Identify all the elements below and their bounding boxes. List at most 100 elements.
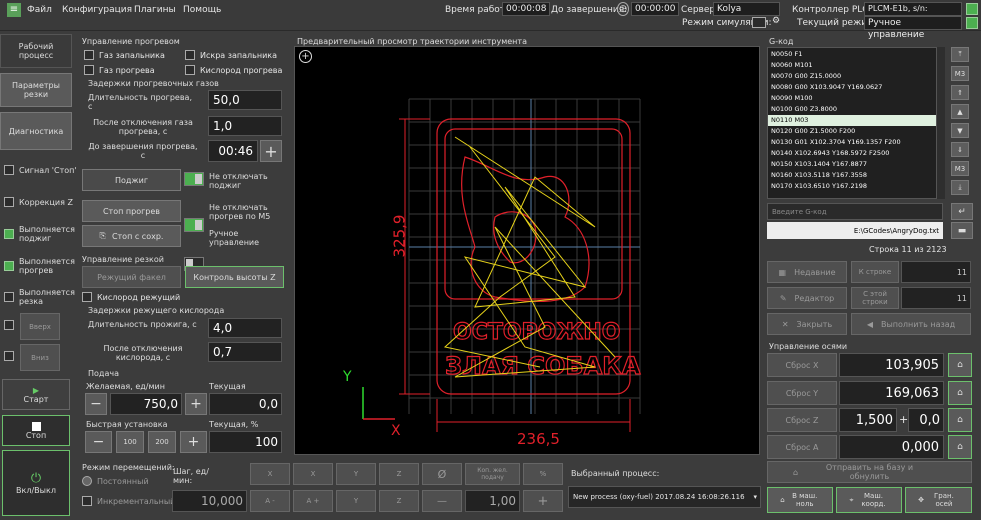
enter-icon[interactable]: ↵ [951,203,973,220]
jog-z-minus-button[interactable]: Z [379,490,419,512]
gcode-line[interactable]: N0170 X103.6510 Y167.2198 [768,181,936,192]
gear-icon[interactable]: ⚙ [772,16,780,26]
nav-up-icon[interactable]: ▲ [951,104,969,119]
nav-diagnostics[interactable]: Диагностика [0,112,72,150]
machine-coord-button[interactable]: ⌖ Маш. коорд. [836,487,902,513]
gcode-line[interactable]: N0140 X102.6943 Y168.5972 F2500 [768,148,936,159]
nav-down-icon[interactable]: ▼ [951,123,969,138]
reset-x-button[interactable]: Сброс X [767,353,837,377]
ignite-button[interactable]: Поджиг [82,169,181,191]
zero-button[interactable]: Ø [422,463,462,485]
gas-heat-checkbox[interactable]: Газ прогрева [84,65,155,75]
jog-a-minus-button[interactable]: A - [250,490,290,512]
menu-plugins[interactable]: Плагины [134,5,176,15]
down-button[interactable]: Вниз [20,344,60,371]
stop-save-button[interactable]: ⎘ Стоп с сохр. [82,225,181,247]
gcode-line[interactable]: N0060 M101 [768,60,936,71]
heat-dur-input[interactable]: 50,0 [208,90,282,110]
start-button[interactable]: ▶ Старт [2,379,70,410]
incremental-radio[interactable]: Инкрементальный [82,496,175,506]
oxy-heat-checkbox[interactable]: Кислород прогрева [185,65,282,75]
preview-canvas[interactable]: + ОСТОРОЖНО ЗЛАЯ СОБАКА 325,9 236,5 Y X [294,46,760,455]
gas-ignite-checkbox[interactable]: Газ запальника [84,50,165,60]
up-button[interactable]: Вверх [20,313,60,340]
stop-heat-button[interactable]: Стоп прогрев [82,200,181,222]
gcode-line[interactable]: N0150 X103.1404 Y167.8877 [768,159,936,170]
reset-y-button[interactable]: Сброс Y [767,381,837,405]
torch-button[interactable]: Режущий факел [82,266,181,288]
gcode-line[interactable]: N0130 G01 X102.3704 Y169.1357 F200 [768,137,936,148]
feed-plus-button[interactable]: + [185,393,207,415]
reset-a-button[interactable]: Сброс A [767,435,837,459]
gcode-input[interactable]: Введите G-код [767,203,943,220]
reset-z-button[interactable]: Сброс Z [767,408,837,432]
jog-x-plus-button[interactable]: X [293,463,333,485]
nav-cut-params[interactable]: Параметры резки [0,73,72,107]
desired-input[interactable]: 750,0 [110,393,182,415]
jog-y-plus-button[interactable]: Y [336,463,376,485]
gcode-line[interactable]: N0110 M03 [768,115,936,126]
home-z-icon[interactable]: ⌂ [948,408,972,432]
after-off-input[interactable]: 1,0 [208,116,282,136]
copy-feed-button[interactable]: Коп. жел. подачу [465,463,520,485]
nav-top-icon[interactable]: ⤒ [951,47,969,62]
editor-button[interactable]: ✎ Редактор [767,287,847,309]
nav-work-process[interactable]: Рабочий процесс [0,34,72,68]
jog-a-plus-button[interactable]: A + [293,490,333,512]
home-a-icon[interactable]: ⌂ [948,435,972,459]
height-ctrl-button[interactable]: Контроль высоты Z [185,266,284,288]
gcode-line[interactable]: N0120 G00 Z1.5000 F200 [768,126,936,137]
no-off-ignite-toggle[interactable] [184,172,204,186]
add-time-button[interactable]: + [260,140,282,162]
gcode-line[interactable]: N0050 F1 [768,49,936,60]
gcode-list[interactable]: N0050 F1 N0060 M101 N0070 G00 Z15.0000 N008… [767,47,937,199]
step-minus-button[interactable]: — [422,490,462,512]
home-y-icon[interactable]: ⌂ [948,381,972,405]
to-machine-zero-button[interactable]: ⌂ В маш. ноль [767,487,833,513]
gcode-line[interactable]: N0080 G00 X103.9047 Y169.0627 [768,82,936,93]
home-all-button[interactable]: ⌂ Отправить на базу и обнулить [767,461,972,483]
nav-bottom-icon[interactable]: ⤓ [951,180,969,195]
oxy-cut-checkbox[interactable]: Кислород режущий [82,292,180,302]
gcode-line[interactable]: N0100 G00 Z3.8000 [768,104,936,115]
pierce-input[interactable]: 4,0 [208,318,282,338]
app-menu-icon[interactable]: ≡ [7,3,21,17]
recent-button[interactable]: ▦ Недавние [767,261,847,283]
to-line-input[interactable]: 11 [901,261,971,283]
step-input[interactable]: 10,000 [172,490,247,512]
gcode-line[interactable]: N0090 M100 [768,93,936,104]
quick-100-button[interactable]: 100 [116,431,144,453]
nav-m3-down-icon[interactable]: M3 [951,161,969,176]
nav-page-up-icon[interactable]: ⇑ [951,85,969,100]
gcode-scrollbar[interactable] [937,47,945,199]
to-line-button[interactable]: К строке [851,261,899,283]
feed-minus-button[interactable]: − [85,393,107,415]
stop-button[interactable]: Стоп [2,415,70,446]
step-value[interactable]: 1,00 [465,490,520,512]
sim-toggle[interactable] [752,17,766,28]
quick-plus-button[interactable]: + [180,431,207,453]
constant-radio[interactable]: Постоянный [82,476,149,486]
quick-minus-button[interactable]: − [85,431,112,453]
gcode-line[interactable]: N0070 G00 Z15.0000 [768,71,936,82]
menu-file[interactable]: Файл [27,5,52,15]
close-file-button[interactable]: ✕ Закрыть [767,313,847,335]
spark-checkbox[interactable]: Искра запальника [185,50,277,60]
menu-config[interactable]: Конфигурация [62,5,132,15]
from-line-input[interactable]: 11 [901,287,971,309]
nav-page-down-icon[interactable]: ⇓ [951,142,969,157]
power-button[interactable]: ⏻ Вкл/Выкл [2,450,70,516]
gcode-line[interactable]: N0160 X103.5118 Y167.3558 [768,170,936,181]
step-plus-button[interactable]: + [523,490,563,512]
no-off-m5-toggle[interactable] [184,218,204,232]
jog-y-minus-button[interactable]: Y [336,490,376,512]
jog-z-plus-button[interactable]: Z [379,463,419,485]
folder-icon[interactable]: ▬ [951,222,973,239]
run-back-button[interactable]: ◀ Выполнить назад [851,313,971,335]
from-line-button[interactable]: С этой строки [851,287,899,309]
process-select[interactable]: New process (oxy-fuel) 2017.08.24 16:08:… [568,486,761,508]
nav-m3-up-icon[interactable]: M3 [951,66,969,81]
after-oxy-input[interactable]: 0,7 [208,342,282,362]
percent-button[interactable]: % [523,463,563,485]
jog-x-minus-button[interactable]: X [250,463,290,485]
